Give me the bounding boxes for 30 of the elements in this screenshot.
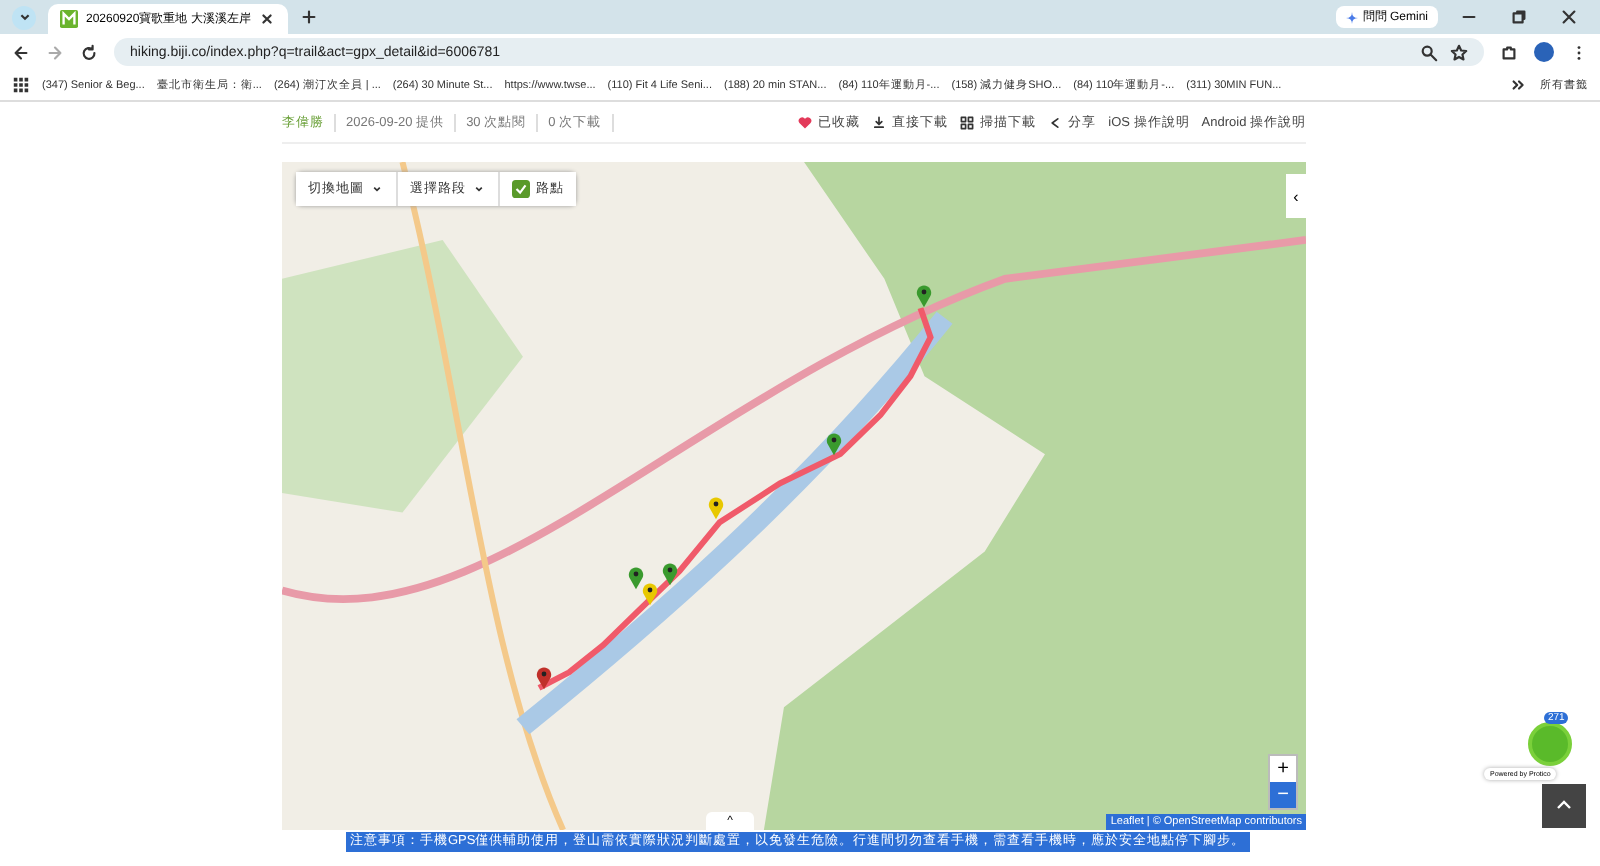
collapse-button[interactable]: ‹ <box>1286 174 1306 218</box>
map-marker-icon[interactable] <box>627 565 644 590</box>
chevron-down-icon <box>472 182 486 196</box>
chevron-down-icon <box>370 182 384 196</box>
new-tab-icon[interactable] <box>300 8 319 26</box>
star-icon[interactable] <box>1450 43 1468 61</box>
restore-icon[interactable] <box>1510 8 1528 26</box>
map-marker-icon[interactable] <box>642 582 659 607</box>
site-logo-icon <box>60 10 78 28</box>
reload-icon[interactable] <box>80 43 98 61</box>
zoom-in-button[interactable]: + <box>1270 756 1296 782</box>
zoom-icon[interactable] <box>1420 43 1438 61</box>
download-icon <box>872 115 887 129</box>
more-icon[interactable] <box>1510 76 1528 94</box>
avatar-icon[interactable] <box>1534 42 1554 62</box>
map-marker-icon[interactable] <box>707 495 724 520</box>
qr-icon <box>960 115 975 129</box>
tab-list-button[interactable] <box>12 5 36 29</box>
back-icon[interactable] <box>12 43 30 61</box>
map-marker-icon[interactable] <box>826 431 843 456</box>
apps-icon[interactable] <box>12 76 30 94</box>
map-marker-icon[interactable] <box>535 665 552 690</box>
map-marker-icon[interactable] <box>916 284 933 309</box>
waypoints-checkbox[interactable] <box>512 180 530 198</box>
map-marker-icon[interactable] <box>661 562 678 587</box>
share-icon <box>1048 115 1063 129</box>
sparkle-icon <box>1346 11 1359 23</box>
close-icon[interactable] <box>1560 8 1578 26</box>
zoom-out-button[interactable]: − <box>1270 782 1296 808</box>
close-icon[interactable] <box>258 10 277 28</box>
